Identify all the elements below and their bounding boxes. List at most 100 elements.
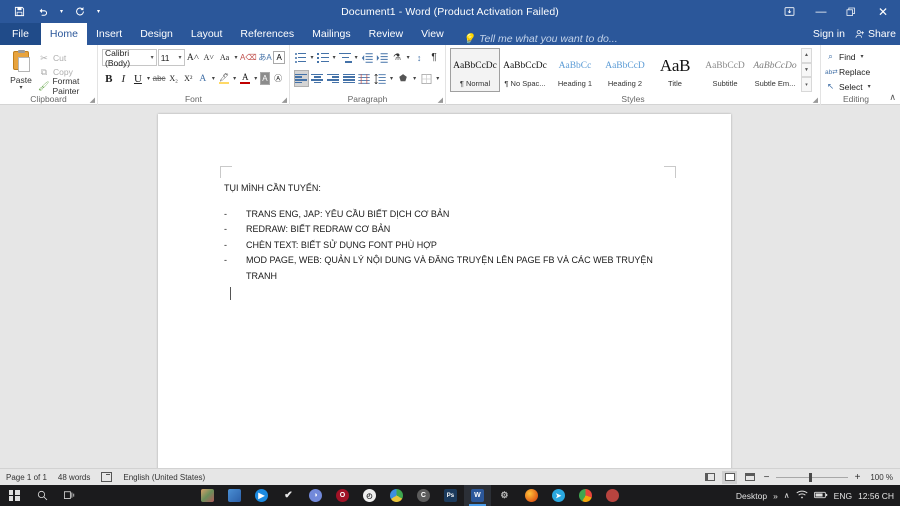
shading-dropdown-icon[interactable]: ▾ (411, 75, 417, 82)
asian-layout-dropdown-icon[interactable]: ▾ (405, 54, 411, 61)
style-heading-2[interactable]: AaBbCcD Heading 2 (600, 48, 650, 92)
line-spacing-dropdown-icon[interactable]: ▾ (388, 75, 394, 82)
paste-button[interactable]: Paste ▾ (4, 50, 38, 94)
windows-start-icon[interactable] (0, 485, 28, 506)
styles-scroll-down-icon[interactable]: ▼ (801, 63, 812, 78)
document-body[interactable]: TỤI MÌNH CẦN TUYỂN: - TRANS ENG, JAP: YÊ… (224, 181, 683, 284)
sort-icon[interactable]: ↕ (412, 49, 426, 66)
styles-scroll-up-icon[interactable]: ▲ (801, 48, 812, 63)
borders-dropdown-icon[interactable]: ▾ (435, 75, 441, 82)
discord-icon[interactable]: ◑ (302, 485, 329, 506)
photoshop-icon[interactable]: Ps (437, 485, 464, 506)
highlight-dropdown-icon[interactable]: ▾ (232, 75, 238, 82)
document-page[interactable]: TỤI MÌNH CẦN TUYỂN: - TRANS ENG, JAP: YÊ… (158, 114, 731, 468)
numbering-icon[interactable] (316, 49, 330, 66)
tab-review[interactable]: Review (360, 23, 412, 45)
ccleaner-icon[interactable]: C (410, 485, 437, 506)
ribbon-display-options-icon[interactable] (772, 0, 806, 23)
show-formatting-marks-icon[interactable]: ¶ (427, 49, 441, 66)
sign-in-link[interactable]: Sign in (813, 28, 845, 40)
multilevel-list-icon[interactable] (338, 49, 352, 66)
format-painter-button[interactable]: 🖌 Format Painter (38, 79, 93, 93)
battery-icon[interactable] (814, 491, 828, 501)
borders-icon[interactable] (419, 70, 434, 87)
text-effects-dropdown-icon[interactable]: ▾ (211, 75, 217, 82)
align-right-icon[interactable] (326, 70, 341, 87)
print-layout-view-button[interactable] (722, 471, 737, 484)
bullets-icon[interactable] (294, 49, 308, 66)
text-highlight-color-icon[interactable]: 🖊 (217, 70, 231, 87)
tab-mailings[interactable]: Mailings (303, 23, 360, 45)
wifi-icon[interactable] (796, 490, 808, 501)
chrome-canary-icon[interactable] (383, 485, 410, 506)
font-name-input[interactable]: Calibri (Body) ▾ (102, 49, 157, 66)
select-dropdown-icon[interactable]: ▾ (866, 83, 873, 90)
tell-me-search[interactable]: 💡 Tell me what you want to do... (463, 33, 618, 45)
justify-icon[interactable] (341, 70, 356, 87)
font-size-input[interactable]: 11 ▾ (158, 49, 185, 66)
font-dialog-launcher[interactable]: ◢ (282, 96, 287, 104)
shading-icon[interactable]: ⬟ (396, 70, 411, 87)
undo-icon[interactable] (32, 2, 54, 22)
language-indicator[interactable]: ENG (834, 491, 852, 501)
asian-layout-icon[interactable]: ⚗ (390, 49, 404, 66)
tab-layout[interactable]: Layout (182, 23, 232, 45)
photos-app-icon[interactable] (194, 485, 221, 506)
style-normal[interactable]: AaBbCcDc ¶ Normal (450, 48, 500, 92)
style-no-spacing[interactable]: AaBbCcDc ¶ No Spac... (500, 48, 550, 92)
zoom-slider[interactable] (776, 477, 848, 478)
decrease-indent-icon[interactable] (360, 49, 374, 66)
restore-button[interactable] (836, 0, 866, 23)
italic-icon[interactable]: I (117, 70, 131, 87)
align-center-icon[interactable] (310, 70, 325, 87)
proofing-errors-icon[interactable] (101, 472, 112, 482)
clock-app-icon[interactable]: ◴ (356, 485, 383, 506)
character-shading-icon[interactable]: A (260, 72, 271, 85)
tab-home[interactable]: Home (41, 23, 87, 45)
align-left-icon[interactable] (294, 70, 309, 87)
tray-overflow-icon[interactable]: » (773, 491, 778, 501)
superscript-icon[interactable]: X² (181, 70, 195, 87)
chevron-down-icon[interactable]: ▾ (179, 54, 182, 61)
cut-button[interactable]: ✂ Cut (38, 51, 93, 65)
opera-icon[interactable]: O (329, 485, 356, 506)
utility-app-icon[interactable]: ⚙ (491, 485, 518, 506)
language-indicator[interactable]: English (United States) (123, 473, 205, 482)
store-app-icon[interactable] (221, 485, 248, 506)
zoom-out-button[interactable]: − (762, 472, 771, 483)
tray-chevron-icon[interactable]: ∧ (784, 491, 790, 500)
line-spacing-icon[interactable] (373, 70, 388, 87)
character-border-icon[interactable]: A (273, 51, 285, 64)
web-layout-view-button[interactable] (742, 471, 757, 484)
phonetic-guide-icon[interactable]: あA (258, 49, 273, 66)
find-dropdown-icon[interactable]: ▾ (859, 53, 866, 60)
customize-qat-icon[interactable]: ▾ (93, 2, 104, 22)
chrome-icon[interactable] (572, 485, 599, 506)
replace-button[interactable]: ab⇄ Replace (825, 64, 887, 79)
font-color-icon[interactable]: A (238, 70, 252, 87)
tab-design[interactable]: Design (131, 23, 182, 45)
zoom-in-button[interactable]: + (853, 472, 862, 483)
collapse-ribbon-icon[interactable]: ∧ (889, 92, 896, 103)
firefox-icon[interactable] (518, 485, 545, 506)
grow-font-icon[interactable]: A˄ (186, 49, 201, 66)
style-subtitle[interactable]: AaBbCcD Subtitle (700, 48, 750, 92)
font-color-dropdown-icon[interactable]: ▾ (253, 75, 259, 82)
tab-insert[interactable]: Insert (87, 23, 131, 45)
text-effects-icon[interactable]: A (196, 70, 210, 87)
paragraph-dialog-launcher[interactable]: ◢ (438, 96, 443, 104)
styles-dialog-launcher[interactable]: ◢ (813, 96, 818, 104)
change-case-icon[interactable]: Aa (217, 49, 232, 66)
select-button[interactable]: ↖ Select ▾ (825, 79, 887, 94)
multilevel-dropdown-icon[interactable]: ▾ (353, 54, 359, 61)
chevron-down-icon[interactable]: ▾ (151, 54, 154, 61)
zoom-slider-thumb[interactable] (809, 473, 812, 482)
checkmark-app-icon[interactable]: ✔ (275, 485, 302, 506)
clipboard-dialog-launcher[interactable]: ◢ (90, 96, 95, 104)
clock[interactable]: 12:56 CH (858, 491, 894, 501)
minimize-button[interactable]: — (806, 0, 836, 23)
read-mode-view-button[interactable] (702, 471, 717, 484)
word-count[interactable]: 48 words (58, 473, 90, 482)
page-indicator[interactable]: Page 1 of 1 (6, 473, 47, 482)
paint-icon[interactable] (599, 485, 626, 506)
